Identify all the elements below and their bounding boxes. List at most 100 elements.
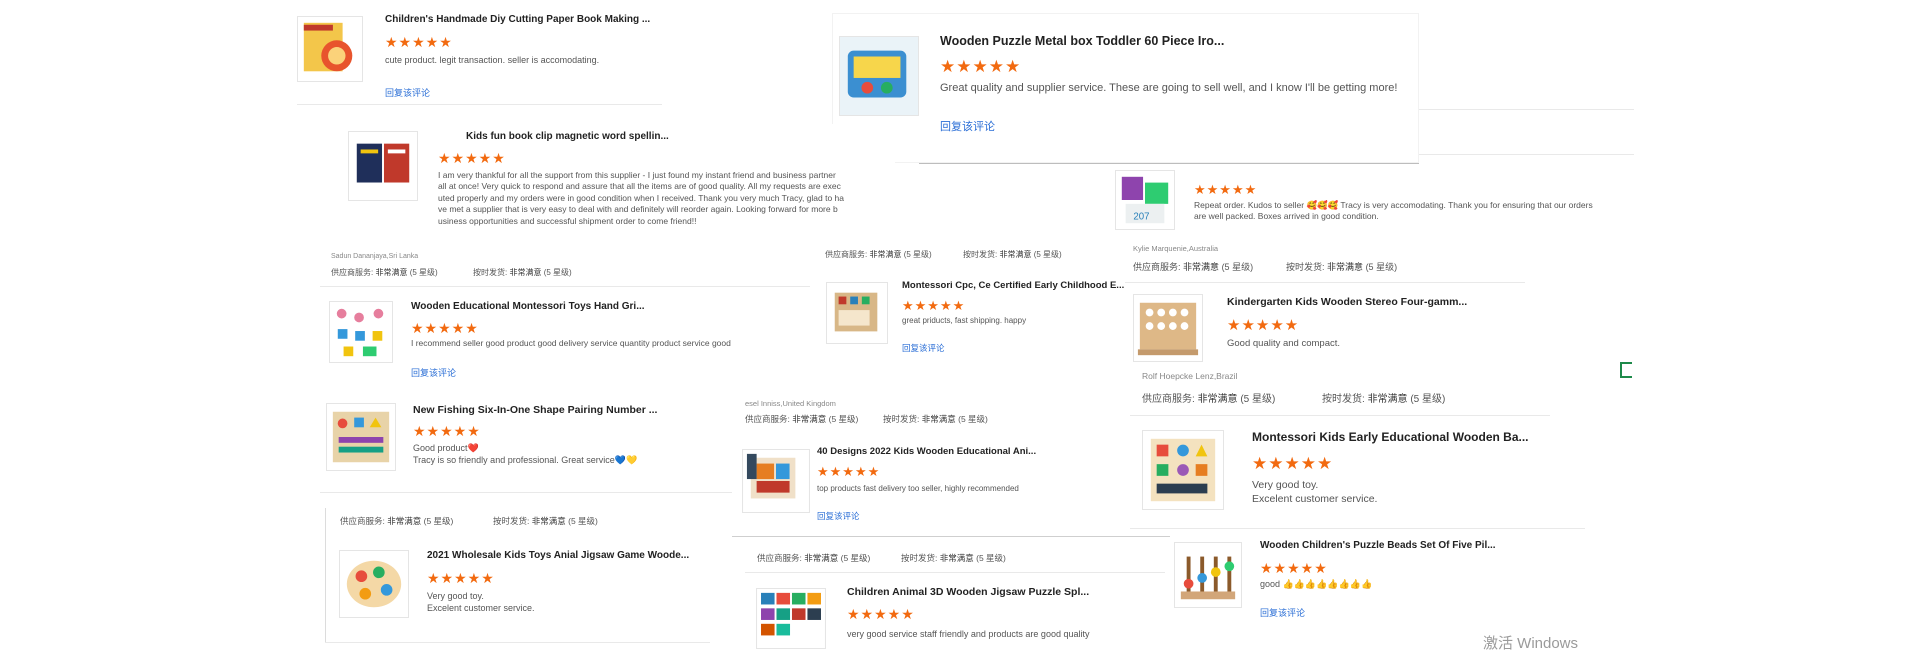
product-thumbnail[interactable] (756, 588, 826, 649)
reply-link[interactable]: 回复该评论 (902, 342, 945, 354)
rating-verdict: 非常满意 (999, 250, 1032, 259)
review-text: top products fast delivery too seller, h… (817, 484, 1019, 493)
reply-link[interactable]: 回复该评论 (940, 118, 995, 134)
product-thumbnail[interactable] (839, 36, 919, 116)
ontime-rating: 按时发货: 非常满意 (5 星级) (1286, 260, 1397, 273)
supplier-rating: 供应商服务: 非常满意 (5 星级) (745, 413, 858, 425)
rating-label: 按时发货: (1322, 394, 1365, 405)
rating-verdict: 非常满意 (375, 268, 408, 277)
ontime-rating: 按时发货: 非常满意 (5 星级) (473, 267, 572, 278)
rating-verdict: 非常满意 (1367, 394, 1408, 405)
rating-label: 按时发货: (1286, 262, 1325, 272)
review-card: Children Animal 3D Wooden Jigsaw Puzzle … (752, 578, 1172, 649)
product-thumbnail[interactable]: 207 (1115, 170, 1175, 230)
product-title[interactable]: Wooden Children's Puzzle Beads Set Of Fi… (1260, 540, 1496, 551)
review-text: Good quality and compact. (1227, 338, 1341, 349)
product-thumbnail[interactable] (1133, 294, 1203, 362)
buyer-name: esel Inniss,United Kingdom (745, 399, 836, 408)
rating-label: 供应商服务: (331, 268, 374, 277)
product-title[interactable]: Kids fun book clip magnetic word spellin… (466, 131, 669, 142)
rating-level: (5 星级) (958, 414, 988, 424)
review-text: Very good toy. Excelent customer service… (427, 590, 535, 614)
reply-link[interactable]: 回复该评论 (1260, 606, 1305, 619)
review-text: Great quality and supplier service. Thes… (940, 82, 1398, 94)
rating-stars: ★★★★★ (438, 150, 506, 166)
review-line: Repeat order. Kudos to seller 🥰🥰🥰 Tracy … (1194, 200, 1593, 210)
reply-link[interactable]: 回复该评论 (411, 366, 456, 379)
divider (732, 536, 1187, 537)
review-card: 2021 Wholesale Kids Toys Anial Jigsaw Ga… (330, 538, 715, 638)
rating-label: 按时发货: (493, 516, 530, 526)
review-card: Wooden Puzzle Metal box Toddler 60 Piece… (833, 14, 1418, 162)
review-line: Good product❤️ (413, 443, 479, 453)
buyer-name: Rolf Hoepcke Lenz,Brazil (1142, 371, 1238, 381)
product-title[interactable]: Children's Handmade Diy Cutting Paper Bo… (385, 14, 650, 25)
review-line: Excelent customer service. (1252, 493, 1378, 506)
product-thumbnail[interactable] (329, 301, 393, 363)
review-card: Kindergarten Kids Wooden Stereo Four-gam… (1125, 284, 1505, 376)
supplier-rating: 供应商服务: 非常满意 (5 星级) (340, 515, 453, 527)
rating-label: 供应商服务: (825, 250, 868, 259)
divider (1125, 282, 1525, 283)
rating-verdict: 非常满意 (792, 414, 827, 424)
product-thumbnail[interactable] (326, 403, 396, 471)
ontime-rating: 按时发货: 非常满意 (5 星级) (493, 515, 598, 527)
review-card: 207 ★★★★★ Repeat order. Kudos to seller … (1115, 164, 1655, 234)
rating-level: (5 星级) (409, 268, 438, 277)
rating-verdict: 非常满意 (509, 268, 542, 277)
rating-stars: ★★★★★ (817, 464, 881, 479)
rating-label: 供应商服务: (757, 553, 802, 563)
review-line: all at once! Very quick to respond and a… (438, 181, 841, 192)
product-title[interactable]: Wooden Educational Montessori Toys Hand … (411, 301, 645, 312)
product-title[interactable]: Montessori Cpc, Ce Certified Early Child… (902, 280, 1124, 291)
divider (1419, 109, 1634, 110)
divider (320, 492, 745, 493)
rating-label: 供应商服务: (1133, 262, 1181, 272)
rating-level: (5 星级) (840, 553, 871, 563)
ontime-rating: 按时发货: 非常满意 (5 星级) (883, 413, 988, 425)
product-title[interactable]: Wooden Puzzle Metal box Toddler 60 Piece… (940, 34, 1224, 48)
rating-stars: ★★★★★ (902, 298, 966, 313)
review-card: Montessori Cpc, Ce Certified Early Child… (820, 272, 1124, 358)
rating-label: 按时发货: (963, 250, 998, 259)
product-thumbnail[interactable] (1174, 542, 1242, 608)
reply-link[interactable]: 回复该评论 (817, 510, 860, 522)
product-thumbnail[interactable] (1142, 430, 1224, 510)
review-text: cute product. legit transaction. seller … (385, 55, 600, 65)
reply-link[interactable]: 回复该评论 (385, 86, 430, 99)
product-thumbnail[interactable] (742, 449, 810, 513)
review-line: Very good toy. (1252, 479, 1319, 491)
product-title[interactable]: Montessori Kids Early Educational Wooden… (1252, 430, 1529, 444)
product-thumbnail[interactable] (826, 282, 888, 344)
rating-stars: ★★★★★ (385, 34, 453, 50)
review-line: uted properly and my orders were in good… (438, 192, 845, 203)
product-thumbnail[interactable] (297, 16, 363, 82)
product-title[interactable]: Kindergarten Kids Wooden Stereo Four-gam… (1227, 296, 1467, 308)
review-line: are well packed. Boxes arrived in good c… (1194, 211, 1379, 222)
product-thumbnail[interactable] (339, 550, 409, 618)
rating-verdict: 非常满意 (1197, 394, 1238, 405)
product-thumbnail[interactable] (348, 131, 418, 201)
review-text: I am very thankful for all the support f… (438, 170, 898, 227)
rating-verdict: 非常满意 (939, 553, 974, 563)
review-line: Very good toy. (427, 591, 484, 601)
rating-label: 供应商服务: (1142, 394, 1195, 405)
product-title[interactable]: Children Animal 3D Wooden Jigsaw Puzzle … (847, 586, 1089, 598)
divider (1130, 528, 1585, 529)
ontime-rating: 按时发货: 非常满意 (5 星级) (963, 249, 1062, 260)
rating-stars: ★★★★★ (1194, 182, 1258, 197)
product-title[interactable]: New Fishing Six-In-One Shape Pairing Num… (413, 404, 657, 416)
rating-stars: ★★★★★ (1260, 560, 1328, 576)
product-title[interactable]: 40 Designs 2022 Kids Wooden Educational … (817, 446, 1036, 457)
rating-level: (5 星级) (543, 268, 572, 277)
rating-label: 供应商服务: (745, 414, 790, 424)
rating-stars: ★★★★★ (427, 570, 495, 586)
ontime-rating: 按时发货: 非常满意 (5 星级) (901, 552, 1006, 564)
rating-verdict: 非常满意 (1327, 262, 1364, 272)
product-title[interactable]: 2021 Wholesale Kids Toys Anial Jigsaw Ga… (427, 550, 689, 561)
buyer-name: Kylie Marquenie,Australia (1133, 244, 1219, 253)
windows-activation-watermark: 激活 Windows (1483, 635, 1579, 652)
rating-stars: ★★★★★ (413, 423, 481, 439)
rating-label: 按时发货: (883, 414, 920, 424)
divider (325, 642, 710, 643)
